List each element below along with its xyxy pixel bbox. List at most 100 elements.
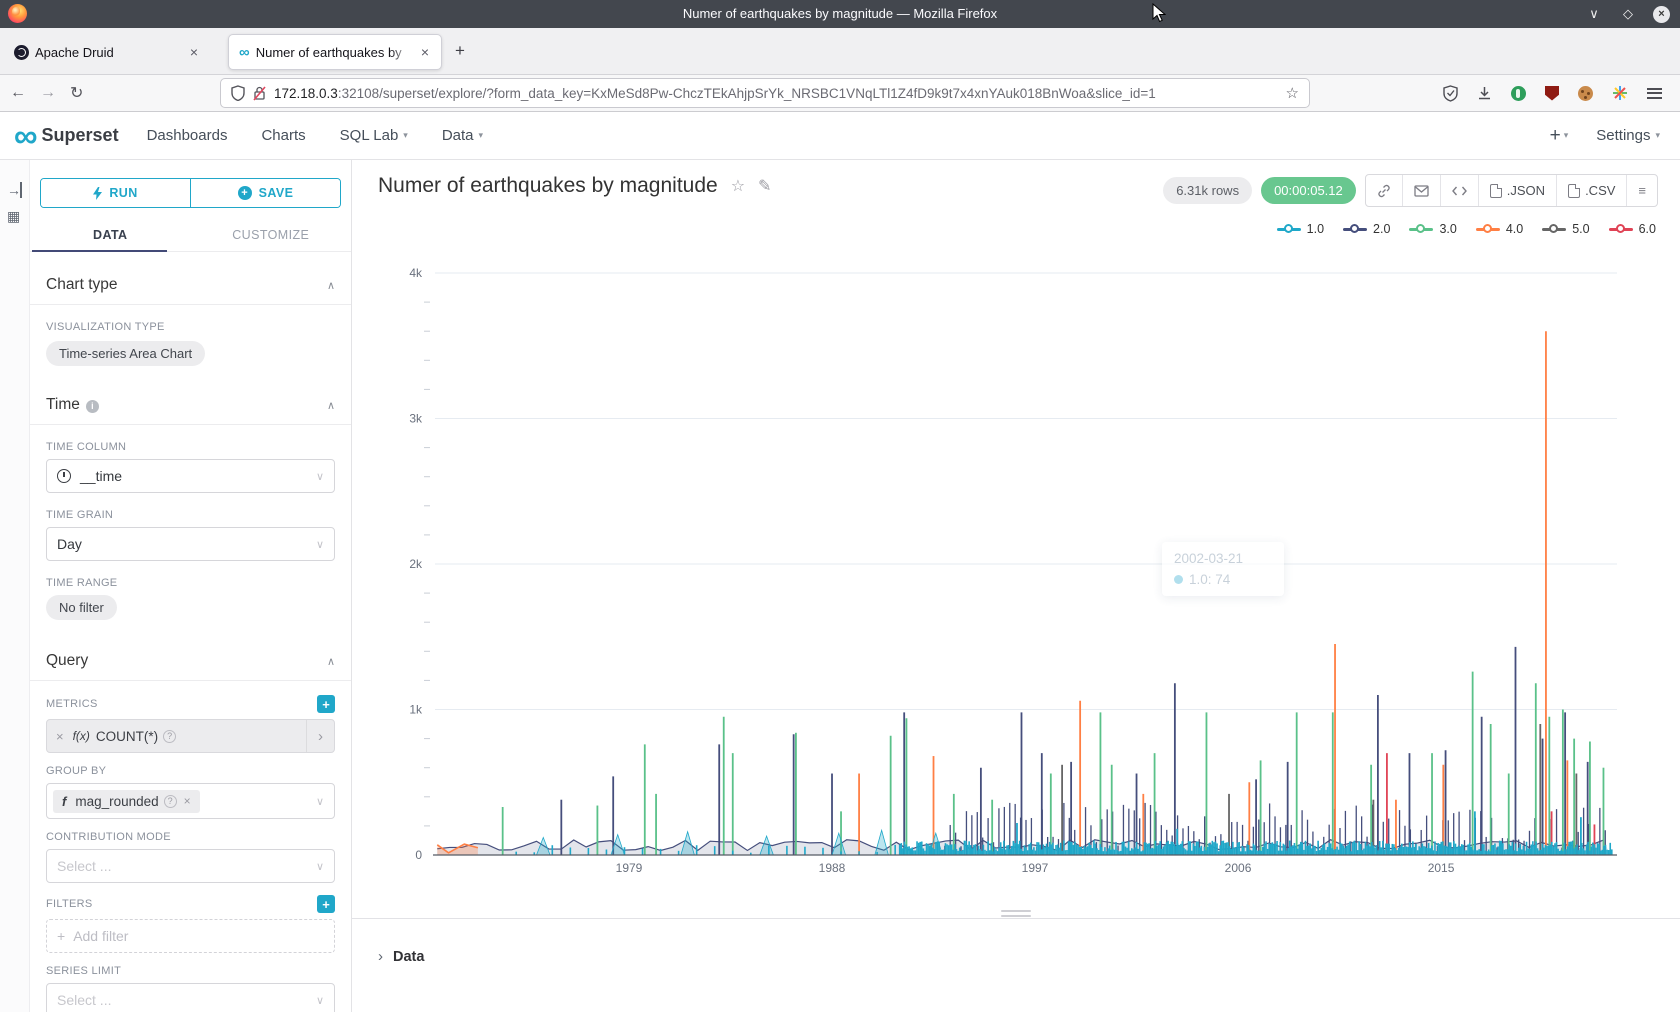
nav-data[interactable]: Data▾	[442, 127, 483, 144]
dataset-grid-icon[interactable]: ▦	[7, 208, 20, 225]
tooltip-date: 2002-03-21	[1174, 551, 1272, 566]
pocket-shield-icon[interactable]	[1443, 85, 1458, 102]
multicolor-asterisk-icon[interactable]	[1612, 85, 1628, 101]
chevron-up-icon: ∧	[327, 279, 335, 292]
back-button[interactable]: ←	[10, 84, 26, 102]
chart-canvas[interactable]: 01k2k3k4k19791988199720062015	[352, 160, 1680, 950]
brand-name: Superset	[42, 125, 119, 146]
nav-sql-lab[interactable]: SQL Lab▾	[340, 127, 408, 144]
forward-button[interactable]: →	[40, 84, 56, 102]
svg-text:1997: 1997	[1022, 861, 1049, 875]
help-icon: ?	[164, 795, 177, 808]
superset-infinity-icon: ∞	[14, 122, 36, 150]
series-dot-icon	[1174, 575, 1183, 584]
group-by-select[interactable]: f mag_rounded ? × ∨	[46, 783, 335, 819]
extension-green-icon[interactable]	[1511, 86, 1526, 101]
browser-toolbar: ← → ↻ 172.18.0.3:32108/superset/explore/…	[0, 75, 1680, 112]
bookmark-star-icon[interactable]: ☆	[1286, 84, 1299, 102]
lightning-icon	[93, 187, 102, 200]
chevron-down-icon: ∨	[316, 795, 324, 808]
svg-text:1988: 1988	[819, 861, 846, 875]
chevron-down-icon: ▾	[1655, 130, 1660, 141]
section-chart-type[interactable]: Chart type∧	[46, 276, 335, 294]
data-panel-toggle[interactable]: › Data	[378, 948, 424, 965]
superset-navbar: ∞ Superset Dashboards Charts SQL Lab▾ Da…	[0, 112, 1680, 160]
window-titlebar: Numer of earthquakes by magnitude — Mozi…	[0, 0, 1680, 28]
time-range-pill[interactable]: No filter	[46, 595, 117, 620]
section-time[interactable]: Timei ∧	[46, 396, 335, 414]
menu-hamburger-icon[interactable]	[1647, 88, 1662, 99]
insecure-lock-icon[interactable]	[253, 86, 266, 101]
remove-metric-icon[interactable]: ×	[47, 729, 73, 744]
new-tab-button[interactable]: +	[455, 41, 465, 61]
ublock-shield-icon[interactable]	[1545, 86, 1559, 101]
svg-text:4k: 4k	[409, 266, 423, 280]
collapse-rail: →​ ▦	[0, 160, 30, 1012]
tab-customize[interactable]: CUSTOMIZE	[191, 220, 352, 251]
remove-groupby-icon[interactable]: ×	[184, 794, 191, 808]
svg-text:1k: 1k	[409, 703, 423, 717]
clock-icon	[57, 469, 71, 483]
section-query[interactable]: Query∧	[46, 652, 335, 670]
expand-metric-icon[interactable]: ›	[306, 720, 334, 752]
svg-text:1979: 1979	[616, 861, 643, 875]
time-grain-label: TIME GRAIN	[46, 509, 335, 521]
expand-datasource-icon[interactable]: →​	[7, 182, 22, 198]
url-bar[interactable]: 172.18.0.3:32108/superset/explore/?form_…	[220, 78, 1310, 108]
tab-close-icon[interactable]: ×	[419, 44, 431, 60]
chevron-down-icon: ▾	[403, 130, 408, 141]
cookie-extension-icon[interactable]	[1578, 86, 1593, 101]
run-button[interactable]: RUN	[41, 179, 190, 207]
reload-button[interactable]: ↻	[70, 83, 83, 103]
series-limit-select[interactable]: Select ... ∨	[46, 983, 335, 1012]
time-column-select[interactable]: __time ∨	[46, 459, 335, 493]
chevron-down-icon: ▾	[479, 130, 484, 141]
chevron-down-icon: ▾	[1564, 130, 1569, 141]
chevron-down-icon: ∨	[316, 994, 324, 1007]
svg-text:2015: 2015	[1428, 861, 1455, 875]
chevron-down-icon: ∨	[316, 860, 324, 873]
control-panel: RUN + SAVE DATA CUSTOMIZE Chart type∧ VI…	[30, 160, 352, 1012]
add-metric-button[interactable]: +	[317, 695, 335, 713]
chevron-up-icon: ∧	[327, 655, 335, 668]
chevron-down-icon: ∨	[316, 470, 324, 483]
chevron-up-icon: ∧	[327, 399, 335, 412]
svg-text:3k: 3k	[409, 412, 423, 426]
superset-logo[interactable]: ∞ Superset	[14, 122, 119, 150]
tab-superset-explore[interactable]: ∞ Numer of earthquakes by ×	[228, 34, 442, 70]
save-button[interactable]: + SAVE	[190, 179, 340, 207]
window-close-icon[interactable]: ×	[1653, 6, 1670, 23]
nav-dashboards[interactable]: Dashboards	[147, 127, 228, 144]
tab-close-icon[interactable]: ×	[188, 44, 200, 60]
tracking-shield-icon[interactable]	[231, 85, 245, 101]
metric-item[interactable]: × f(x) COUNT(*) ? ›	[46, 719, 335, 753]
time-range-label: TIME RANGE	[46, 577, 335, 589]
contribution-mode-select[interactable]: Select ... ∨	[46, 849, 335, 883]
download-icon[interactable]	[1477, 86, 1492, 101]
window-title: Numer of earthquakes by magnitude — Mozi…	[0, 6, 1680, 21]
window-restore-icon[interactable]: ◇	[1619, 6, 1637, 22]
filters-label: FILTERS	[46, 898, 93, 910]
nav-charts[interactable]: Charts	[261, 127, 305, 144]
viz-type-pill[interactable]: Time-series Area Chart	[46, 341, 205, 366]
druid-favicon	[14, 45, 29, 60]
add-filter-dropzone[interactable]: +Add filter	[46, 919, 335, 953]
function-icon: f	[62, 794, 66, 809]
new-item-button[interactable]: +▾	[1550, 125, 1569, 147]
tab-label: Numer of earthquakes by	[256, 45, 413, 60]
time-grain-select[interactable]: Day ∨	[46, 527, 335, 561]
tab-strip: Apache Druid × ∞ Numer of earthquakes by…	[0, 28, 1680, 75]
tab-data[interactable]: DATA	[30, 220, 191, 251]
add-filter-button[interactable]: +	[317, 895, 335, 913]
nav-settings[interactable]: Settings▾	[1596, 127, 1660, 144]
data-panel-label: Data	[393, 949, 424, 965]
plus-circle-icon: +	[238, 186, 252, 200]
info-icon: i	[86, 400, 99, 413]
help-icon: ?	[163, 730, 176, 743]
group-by-label: GROUP BY	[46, 765, 335, 777]
contribution-mode-label: CONTRIBUTION MODE	[46, 831, 335, 843]
window-minimize-icon[interactable]: ∨	[1585, 6, 1603, 22]
tab-apache-druid[interactable]: Apache Druid ×	[4, 34, 210, 70]
chevron-right-icon: ›	[378, 948, 383, 965]
group-by-pill[interactable]: f mag_rounded ? ×	[53, 790, 200, 813]
